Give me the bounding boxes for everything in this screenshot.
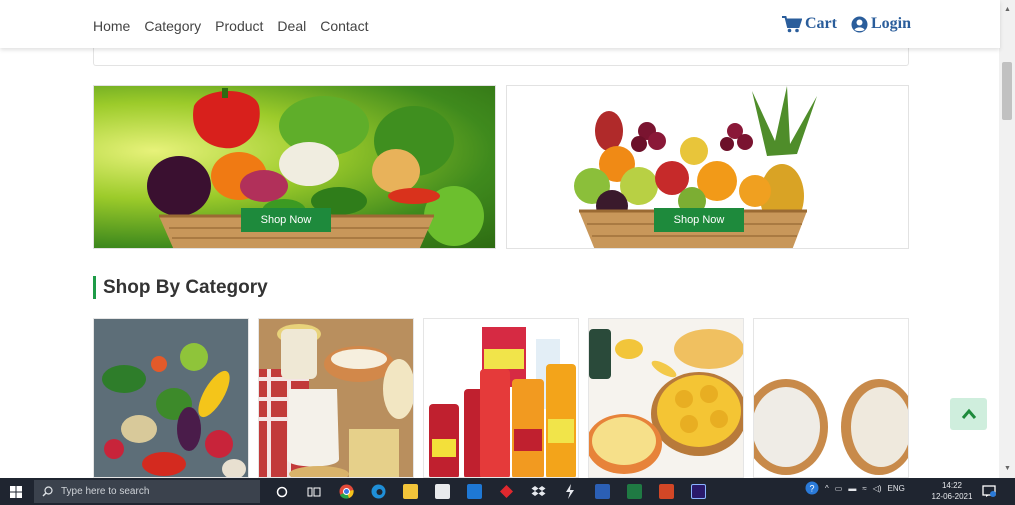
nav-link-home[interactable]: Home — [93, 18, 130, 34]
page: Home Category Product Deal Contact Cart — [0, 0, 1015, 505]
nav-link-category[interactable]: Category — [144, 18, 201, 34]
photoshop-icon[interactable] — [682, 481, 714, 502]
nav-link-contact[interactable]: Contact — [320, 18, 368, 34]
nav-link-deal[interactable]: Deal — [277, 18, 306, 34]
scroll-down-arrow-icon[interactable]: ▼ — [1004, 465, 1011, 472]
taskbar-search-input[interactable]: Type here to search — [34, 480, 260, 503]
shop-now-button[interactable]: Shop Now — [241, 208, 331, 232]
taskbar: Type here to search ? ^ ▭ ▬ ≈ ◁) ENG 14:… — [0, 478, 1015, 505]
dairy-image — [259, 319, 413, 477]
category-card-flour[interactable] — [753, 318, 909, 478]
snacks-image — [589, 319, 743, 477]
scrollbar-thumb[interactable] — [1002, 62, 1012, 120]
word-icon[interactable] — [586, 481, 618, 502]
mail-icon[interactable] — [458, 481, 490, 502]
wifi-icon[interactable]: ≈ — [862, 484, 866, 493]
section-title: Shop By Category — [93, 276, 268, 299]
help-icon[interactable]: ? — [805, 481, 819, 495]
chrome-icon[interactable] — [330, 481, 362, 502]
clock-date: 12-06-2021 — [931, 492, 973, 501]
store-icon[interactable] — [426, 481, 458, 502]
beverages-image — [424, 319, 578, 477]
shop-now-button[interactable]: Shop Now — [654, 208, 744, 232]
banner-vegetables[interactable]: Shop Now — [93, 85, 496, 249]
volume-icon[interactable]: ◁) — [873, 484, 882, 493]
scroll-to-top-button[interactable] — [950, 398, 987, 430]
chevron-up-icon — [961, 408, 976, 419]
taskbar-clock[interactable]: 14:22 12-06-2021 — [928, 480, 976, 502]
login-label: Login — [870, 15, 911, 32]
category-card-snacks[interactable] — [588, 318, 744, 478]
flour-image — [754, 319, 908, 477]
search-strip — [93, 48, 909, 66]
page-scrollbar[interactable]: ▲ ▼ — [999, 0, 1015, 478]
cart-label: Cart — [805, 15, 837, 32]
task-view-icon[interactable] — [298, 481, 330, 502]
user-circle-icon — [851, 16, 868, 32]
login-button[interactable]: Login — [851, 15, 911, 33]
clock-time: 14:22 — [941, 481, 963, 490]
file-explorer-icon[interactable] — [394, 481, 426, 502]
bolt-app-icon[interactable] — [554, 481, 586, 502]
category-card-dairy[interactable] — [258, 318, 414, 478]
network-icon[interactable]: ▭ — [835, 484, 843, 493]
cart-button[interactable]: Cart — [782, 15, 837, 33]
navbar: Home Category Product Deal Contact Cart — [0, 0, 1000, 48]
cart-icon — [782, 15, 802, 32]
category-card-beverages[interactable] — [423, 318, 579, 478]
excel-icon[interactable] — [618, 481, 650, 502]
nav-link-product[interactable]: Product — [215, 18, 263, 34]
category-card-vegetables[interactable] — [93, 318, 249, 478]
vegetables-image — [94, 319, 248, 477]
edge-icon[interactable] — [362, 481, 394, 502]
dropbox-icon[interactable] — [522, 481, 554, 502]
chevron-up-tray-icon[interactable]: ^ — [825, 484, 829, 493]
svg-text:?: ? — [809, 484, 814, 494]
language-indicator[interactable]: ENG — [888, 484, 905, 493]
taskbar-apps — [266, 481, 714, 502]
system-tray: ? ^ ▭ ▬ ≈ ◁) ENG — [805, 481, 905, 495]
search-icon — [42, 486, 53, 497]
powerpoint-icon[interactable] — [650, 481, 682, 502]
nav-actions: Cart Login — [782, 15, 911, 33]
taskbar-search-placeholder: Type here to search — [61, 486, 150, 497]
notifications-icon[interactable] — [982, 484, 996, 503]
windows-start-icon[interactable] — [10, 485, 22, 503]
scroll-up-arrow-icon[interactable]: ▲ — [1004, 6, 1011, 13]
nav-links: Home Category Product Deal Contact — [93, 18, 368, 34]
battery-icon[interactable]: ▬ — [848, 484, 856, 493]
app-red-diamond-icon[interactable] — [490, 481, 522, 502]
cortana-icon[interactable] — [266, 481, 298, 502]
banner-fruits[interactable]: Shop Now — [506, 85, 909, 249]
